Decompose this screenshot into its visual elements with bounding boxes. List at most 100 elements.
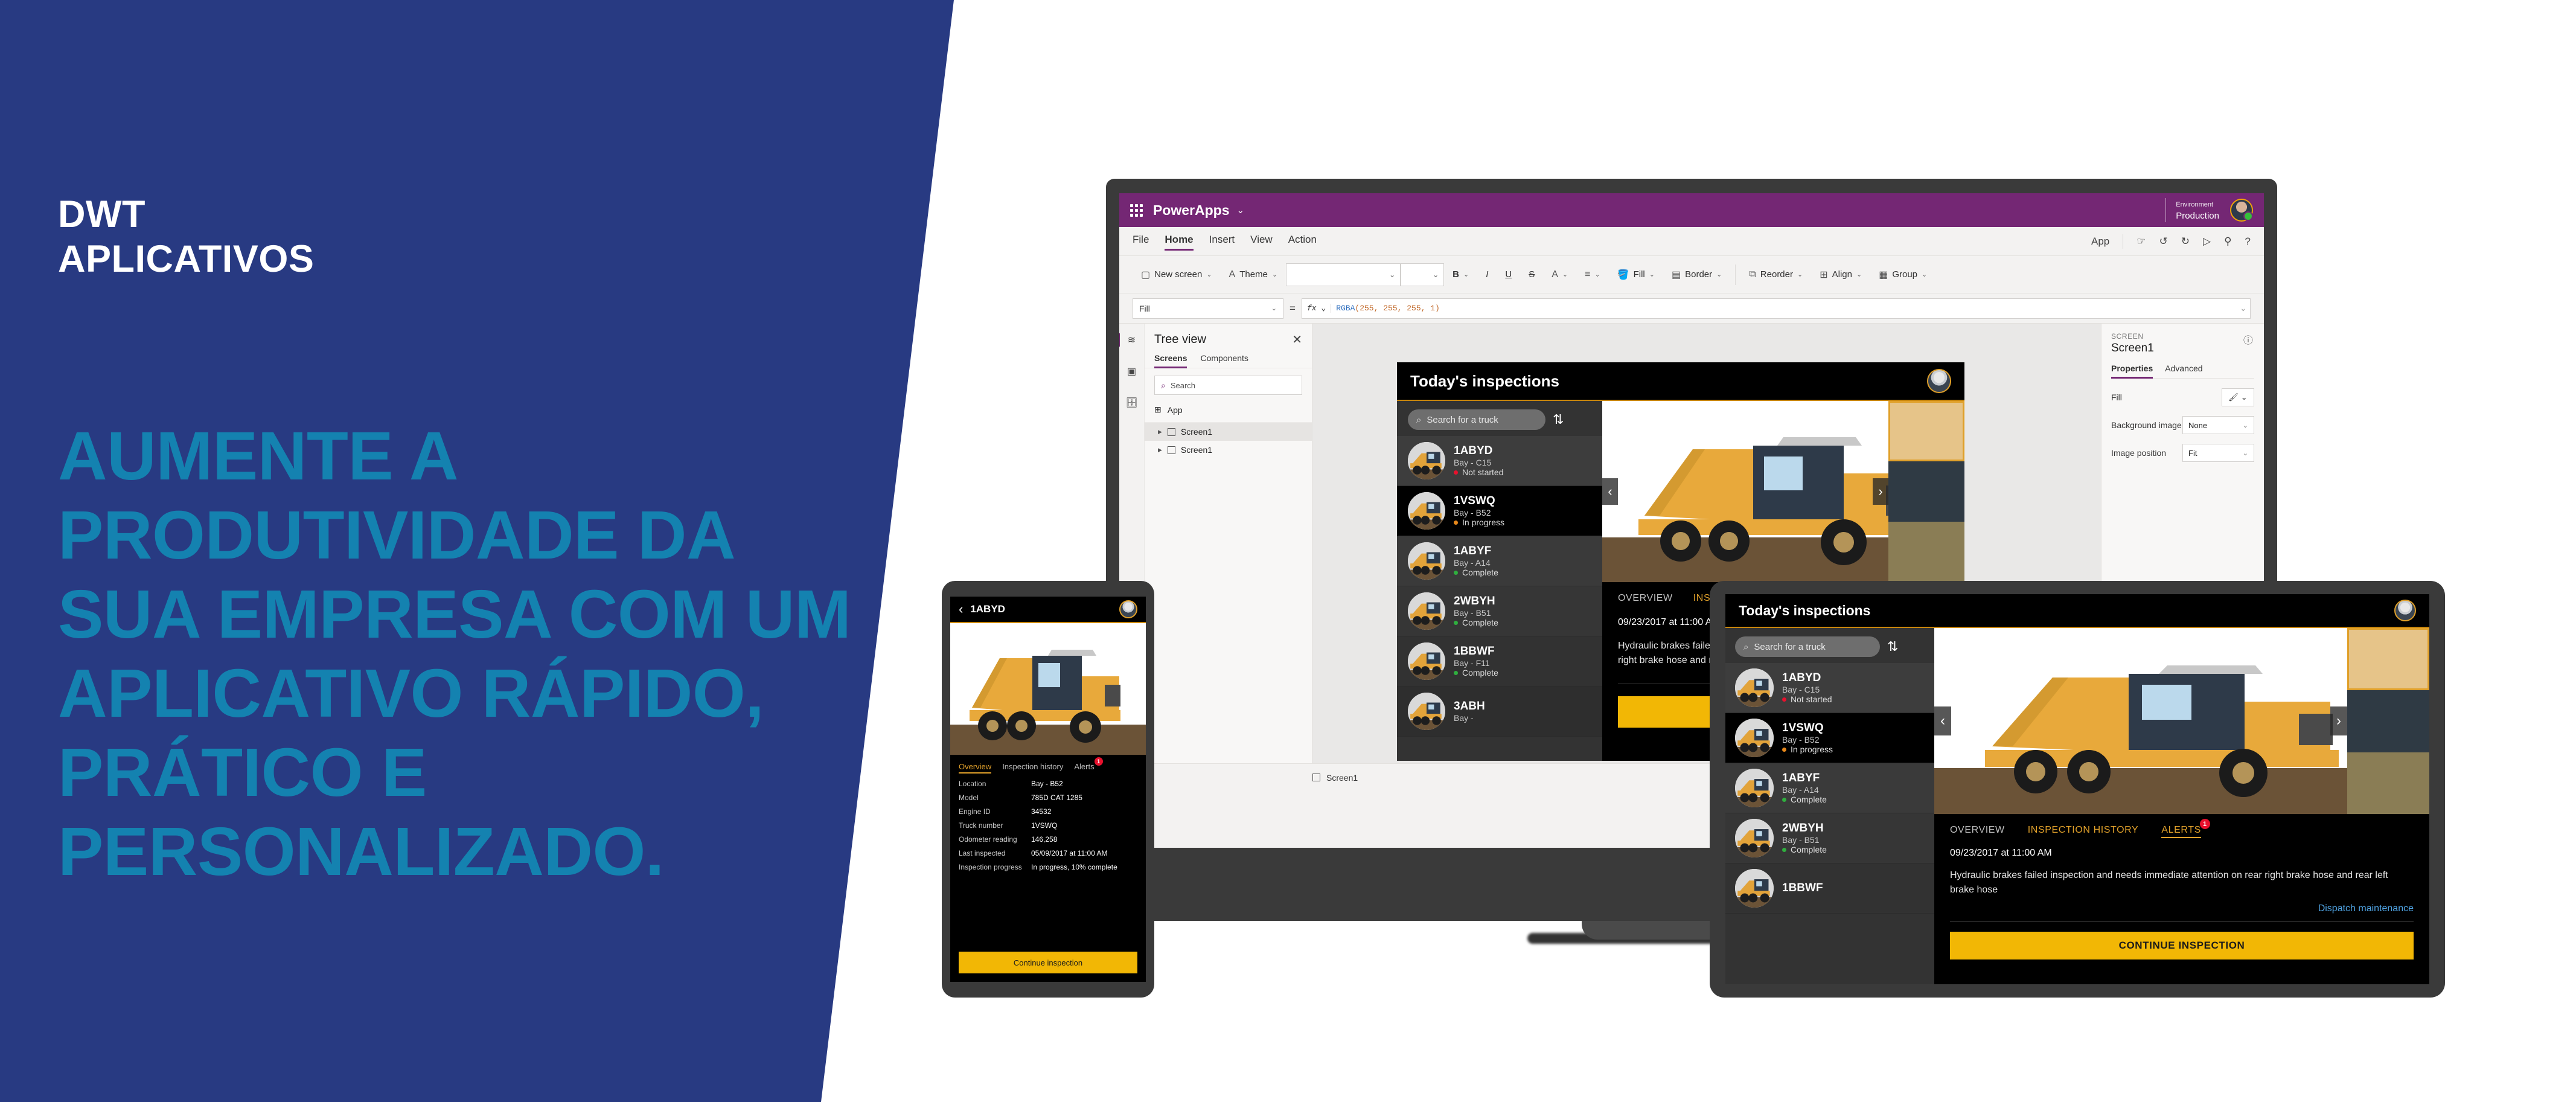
data-rail-icon[interactable]: 🗄 [1124, 395, 1140, 411]
property-select[interactable]: Fill ⌄ [1133, 298, 1283, 319]
tab-overview[interactable]: Overview [959, 762, 992, 774]
hand-icon[interactable]: ☞ [2137, 235, 2146, 248]
filmstrip-thumb[interactable] [1888, 401, 1964, 461]
tree-item-screen1-b[interactable]: ▶ Screen1 [1145, 441, 1312, 459]
chevron-right-icon[interactable]: ▶ [1158, 447, 1162, 453]
bold-button[interactable]: B ⌄ [1444, 269, 1477, 280]
truck-list: ⌕ Search for a truck ⇅ 1ABYD Bay - C15 N… [1725, 628, 1934, 984]
environment-indicator[interactable]: Environment Production [2165, 198, 2219, 222]
help-icon[interactable]: ⓘ [2243, 332, 2253, 347]
list-item[interactable]: 1BBWF Bay - F11 Complete [1397, 636, 1602, 687]
play-icon[interactable]: ▷ [2203, 235, 2211, 248]
chevron-left-icon: ‹ [1940, 713, 1945, 729]
tab-advanced[interactable]: Advanced [2165, 364, 2202, 378]
background-image-select[interactable]: None ⌄ [2182, 416, 2254, 434]
font-family-select[interactable]: ⌄ [1286, 263, 1401, 286]
close-icon[interactable]: ✕ [1292, 332, 1302, 347]
new-screen-button[interactable]: ▢ New screen ⌄ [1133, 269, 1221, 281]
fx-icon[interactable]: fx ⌄ [1307, 304, 1332, 313]
underline-button[interactable]: U [1497, 269, 1520, 280]
dispatch-maintenance-link[interactable]: Dispatch maintenance [1934, 897, 2429, 914]
tree-search-input[interactable]: ⌕ Search [1154, 376, 1302, 395]
sort-icon[interactable]: ⇅ [1553, 412, 1564, 428]
help-icon[interactable]: ? [2245, 235, 2251, 248]
avatar[interactable] [1119, 600, 1137, 618]
chevron-down-icon[interactable]: ⌄ [1237, 205, 1245, 216]
font-color-button[interactable]: A ⌄ [1543, 269, 1576, 280]
filmstrip-thumb[interactable] [2347, 752, 2429, 814]
tab-overview[interactable]: OVERVIEW [1950, 825, 2005, 836]
filmstrip-thumb[interactable] [1888, 461, 1964, 522]
italic-button[interactable]: I [1477, 269, 1497, 280]
align-objects-button[interactable]: ⊞ Align ⌄ [1811, 269, 1870, 281]
list-item[interactable]: 1VSWQ Bay - B52 In progress [1725, 713, 1934, 763]
avatar[interactable] [2394, 600, 2416, 621]
menu-item-action[interactable]: Action [1288, 234, 1317, 249]
fill-color-picker[interactable]: 🖌 ⌄ [2222, 388, 2254, 406]
group-button[interactable]: ▦ Group ⌄ [1870, 269, 1935, 281]
undo-icon[interactable]: ↺ [2159, 235, 2168, 248]
list-item[interactable]: 1ABYF Bay - A14 Complete [1725, 763, 1934, 813]
tree-view-rail-icon[interactable]: ≋ [1119, 332, 1140, 348]
chevron-down-icon[interactable]: ⌄ [2241, 304, 2245, 313]
list-item[interactable]: 2WBYH Bay - B51 Complete [1725, 813, 1934, 863]
tab-inspection-history[interactable]: Inspection history [1002, 762, 1063, 771]
sort-icon[interactable]: ⇅ [1887, 639, 1898, 655]
strikethrough-button[interactable]: S [1520, 269, 1543, 280]
menu-item-home[interactable]: Home [1165, 234, 1194, 251]
next-image-button[interactable]: › [2330, 706, 2347, 735]
list-item[interactable]: 1ABYF Bay - A14 Complete [1397, 536, 1602, 586]
search-input[interactable]: ⌕ Search for a truck [1408, 409, 1545, 430]
prev-image-button[interactable]: ‹ [1934, 706, 1951, 735]
list-item[interactable]: 1ABYD Bay - C15 Not started [1397, 436, 1602, 486]
environment-label: Environment [2176, 201, 2214, 208]
tab-components[interactable]: Components [1200, 353, 1248, 368]
tab-inspection-history[interactable]: INSPECTION HISTORY [2028, 825, 2139, 836]
insert-rail-icon[interactable]: ▣ [1124, 364, 1140, 379]
continue-inspection-button[interactable]: CONTINUE INSPECTION [1950, 932, 2414, 959]
filmstrip-thumb[interactable] [1888, 522, 1964, 582]
truck-bay: Bay - B52 [1454, 508, 1491, 517]
tab-overview[interactable]: OVERVIEW [1618, 593, 1673, 604]
avatar[interactable] [2230, 199, 2253, 222]
next-image-button[interactable]: › [1873, 478, 1888, 505]
redo-icon[interactable]: ↻ [2181, 235, 2190, 248]
chevron-right-icon[interactable]: ▶ [1158, 429, 1162, 435]
avatar[interactable] [1927, 369, 1951, 393]
status-bar-screen: Screen1 [1326, 772, 1358, 783]
border-button[interactable]: ▤ Border ⌄ [1663, 269, 1730, 281]
list-item[interactable]: 3ABH Bay - [1397, 687, 1602, 737]
app-checker-label[interactable]: App [2091, 235, 2109, 248]
tab-alerts[interactable]: Alerts 1 [1074, 757, 1103, 771]
share-icon[interactable]: ⚲ [2224, 235, 2231, 248]
chevron-down-icon: ⌄ [1649, 271, 1655, 278]
tree-item-app[interactable]: ⊞ App [1145, 402, 1312, 423]
font-size-select[interactable]: ⌄ [1401, 263, 1445, 286]
reorder-button[interactable]: ⧉ Reorder ⌄ [1740, 269, 1811, 280]
menu-item-insert[interactable]: Insert [1209, 234, 1235, 249]
continue-inspection-button[interactable]: Continue inspection [959, 952, 1137, 973]
menu-item-file[interactable]: File [1133, 234, 1149, 249]
prev-image-button[interactable]: ‹ [1602, 478, 1618, 505]
suite-name[interactable]: PowerApps [1153, 202, 1230, 219]
truck-detail: ‹ › OVERVIEW INSPECTION HISTORY ALERTS 1… [1934, 628, 2429, 984]
tab-screens[interactable]: Screens [1154, 353, 1187, 368]
menu-item-view[interactable]: View [1250, 234, 1273, 249]
search-input[interactable]: ⌕ Search for a truck [1735, 636, 1880, 657]
formula-input[interactable]: fx ⌄ RGBA(255, 255, 255, 1) ⌄ [1301, 298, 2251, 319]
fill-button[interactable]: 🪣 Fill ⌄ [1609, 269, 1663, 281]
app-launcher-icon[interactable] [1130, 203, 1143, 217]
align-text-button[interactable]: ≡ ⌄ [1576, 269, 1609, 280]
back-icon[interactable]: ‹ [959, 601, 963, 617]
list-item[interactable]: 1VSWQ Bay - B52 In progress [1397, 486, 1602, 536]
theme-button[interactable]: A Theme ⌄ [1221, 269, 1286, 280]
filmstrip-thumb[interactable] [2347, 628, 2429, 690]
tree-item-screen1-a[interactable]: ▶ Screen1 [1145, 423, 1312, 441]
list-item[interactable]: 1BBWF [1725, 863, 1934, 914]
tab-properties[interactable]: Properties [2111, 364, 2153, 379]
list-item[interactable]: 2WBYH Bay - B51 Complete [1397, 586, 1602, 636]
image-position-select[interactable]: Fit ⌄ [2182, 444, 2254, 462]
list-item[interactable]: 1ABYD Bay - C15 Not started [1725, 663, 1934, 713]
filmstrip-thumb[interactable] [2347, 690, 2429, 752]
tab-alerts[interactable]: ALERTS 1 [2161, 819, 2210, 838]
